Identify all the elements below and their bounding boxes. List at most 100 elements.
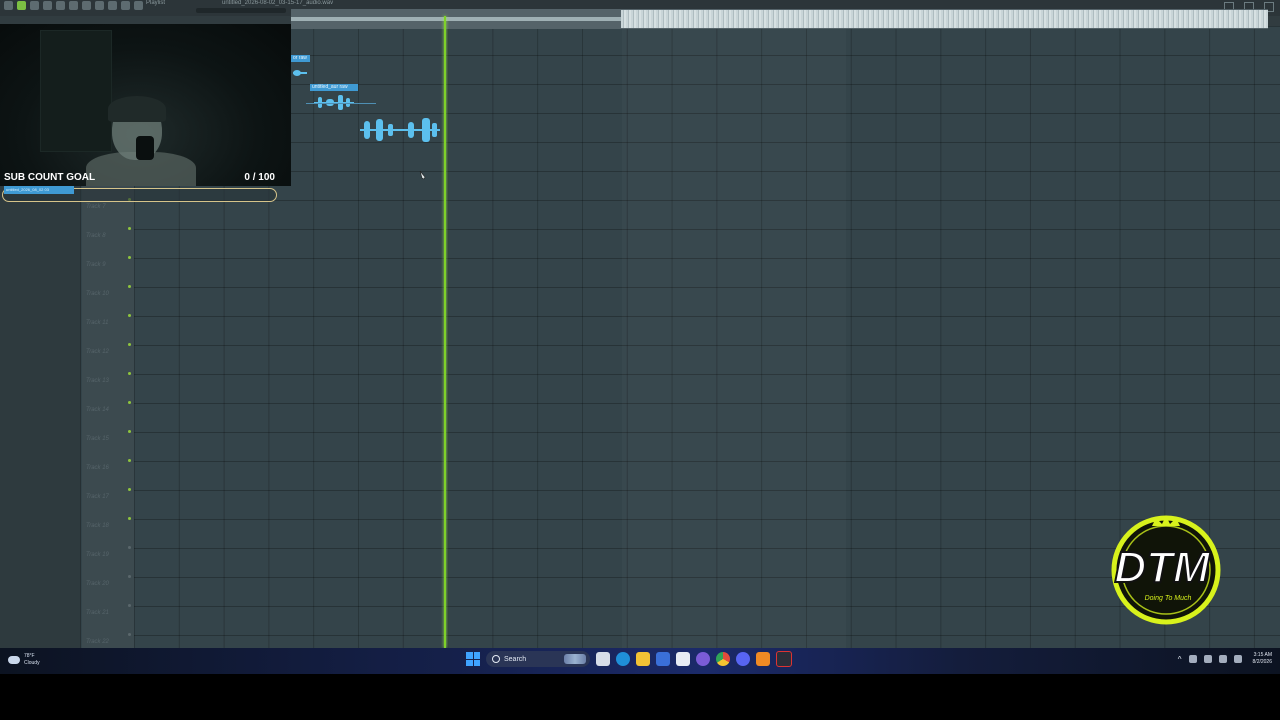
clock-date: 8/2/2026 [1252,659,1272,665]
track-mute-led-icon[interactable] [128,459,131,462]
horizontal-scrollbar[interactable] [196,8,286,13]
cloud-icon [8,656,20,664]
fl-studio-icon[interactable] [756,652,770,666]
track-mute-led-icon[interactable] [128,604,131,607]
slice-tool-icon[interactable] [95,1,104,10]
waveform [422,118,430,142]
webcam-person-hat [108,96,166,122]
track-name[interactable]: Track 11 [86,320,108,326]
track-mute-led-icon[interactable] [128,227,131,230]
track-mute-led-icon[interactable] [128,256,131,259]
track-mute-led-icon[interactable] [128,314,131,317]
playhead[interactable] [444,16,446,648]
letterbox [0,674,1280,720]
start-button[interactable] [466,652,480,666]
waveform-loud [621,10,1268,28]
file-name: untitled_2026-08-02_03-15-17_audio.wav [222,0,334,6]
track-mute-led-icon[interactable] [128,430,131,433]
track-mute-led-icon[interactable] [128,343,131,346]
search-box[interactable]: Search [486,651,590,667]
track-name[interactable]: Track 20 [86,581,109,587]
app-icon[interactable] [776,651,792,667]
taskbar: 78°F Cloudy Search ^ 3:15 AM 8/2/2026 [0,648,1280,674]
track-name[interactable]: Track 12 [86,349,109,355]
waveform [408,122,414,138]
track-name[interactable]: Track 8 [86,233,106,239]
audio-clip-a[interactable] [291,64,307,84]
mute-tool-icon[interactable] [69,1,78,10]
audio-clip-c[interactable] [360,116,442,144]
track-name[interactable]: Track 14 [86,407,109,413]
copilot-icon[interactable] [656,652,670,666]
network-icon[interactable] [1203,655,1212,663]
chevron-up-icon[interactable]: ^ [1178,655,1182,664]
track-name[interactable]: Track 22 [86,639,109,645]
taskbar-apps: Search [466,651,792,667]
microphone-icon [136,136,154,160]
snap-icon[interactable] [17,1,26,10]
track-mute-led-icon[interactable] [128,517,131,520]
audio-clip-b[interactable] [310,92,356,112]
clip-a-label[interactable]: or raw [291,55,310,62]
track-mute-led-icon[interactable] [128,401,131,404]
track-name[interactable]: Track 19 [86,552,109,558]
paint-tool-icon[interactable] [43,1,52,10]
pencil-cursor-icon [419,170,426,180]
track-name[interactable]: Track 10 [86,291,109,297]
waveform-quiet [291,17,621,21]
track-name[interactable]: Track 21 [86,610,109,616]
waveform [388,124,393,136]
clock[interactable]: 3:15 AM 8/2/2026 [1253,652,1272,666]
webcam-overlay: SUB COUNT GOAL 0 / 100 [0,24,291,186]
edge-icon[interactable] [616,652,630,666]
store-icon[interactable] [676,652,690,666]
volume-icon[interactable] [1218,655,1227,663]
select-tool-icon[interactable] [108,1,117,10]
window-title: Playlist [146,0,166,6]
playback-tool-icon[interactable] [134,1,143,10]
track-mute-led-icon[interactable] [128,575,131,578]
track-name[interactable]: Track 16 [86,465,109,471]
obs-icon[interactable] [696,652,710,666]
weather-temp: 78°F [24,653,35,659]
track-mute-led-icon[interactable] [128,633,131,636]
track-name[interactable]: Track 13 [86,378,109,384]
track-name[interactable]: Track 9 [86,262,106,268]
track-name[interactable]: Track 15 [86,436,109,442]
audio-clip-master[interactable] [291,9,1268,29]
task-view-icon[interactable] [596,652,610,666]
slip-tool-icon[interactable] [82,1,91,10]
search-highlight-icon [564,654,586,664]
file-explorer-icon[interactable] [636,652,650,666]
webcam-background [40,30,112,152]
track-mute-led-icon[interactable] [128,372,131,375]
menu-icon[interactable] [4,1,13,10]
system-tray: ^ 3:15 AM 8/2/2026 [1178,652,1272,666]
waveform [432,123,437,137]
track-name[interactable]: Track 17 [86,494,109,500]
battery-icon[interactable] [1233,655,1242,663]
track-mute-led-icon[interactable] [128,546,131,549]
sub-goal-count: 0 / 100 [244,172,275,183]
track-name[interactable]: Track 18 [86,523,109,529]
chrome-icon[interactable] [716,652,730,666]
track-name[interactable]: Track 7 [86,204,106,210]
onedrive-icon[interactable] [1188,655,1197,663]
clip-b-label[interactable]: untitled_aur raw [310,84,358,91]
goal-overlay-clip[interactable]: untitled_2026_08_02 03 [4,186,74,194]
track-mute-led-icon[interactable] [128,488,131,491]
discord-icon[interactable] [736,652,750,666]
delete-tool-icon[interactable] [56,1,65,10]
zoom-tool-icon[interactable] [121,1,130,10]
track-mute-led-icon[interactable] [128,285,131,288]
search-icon [492,655,500,663]
clock-time: 3:15 AM [1253,652,1272,658]
weather-desc: Cloudy [24,660,40,666]
logo-tagline: Doing To Much [1145,595,1192,602]
weather-widget[interactable]: 78°F Cloudy [8,653,40,667]
draw-tool-icon[interactable] [30,1,39,10]
toolbar-tools [4,0,143,10]
waveform [364,121,370,139]
sub-goal-label: SUB COUNT GOAL [4,172,96,183]
logo-text: DTM [1114,543,1211,592]
